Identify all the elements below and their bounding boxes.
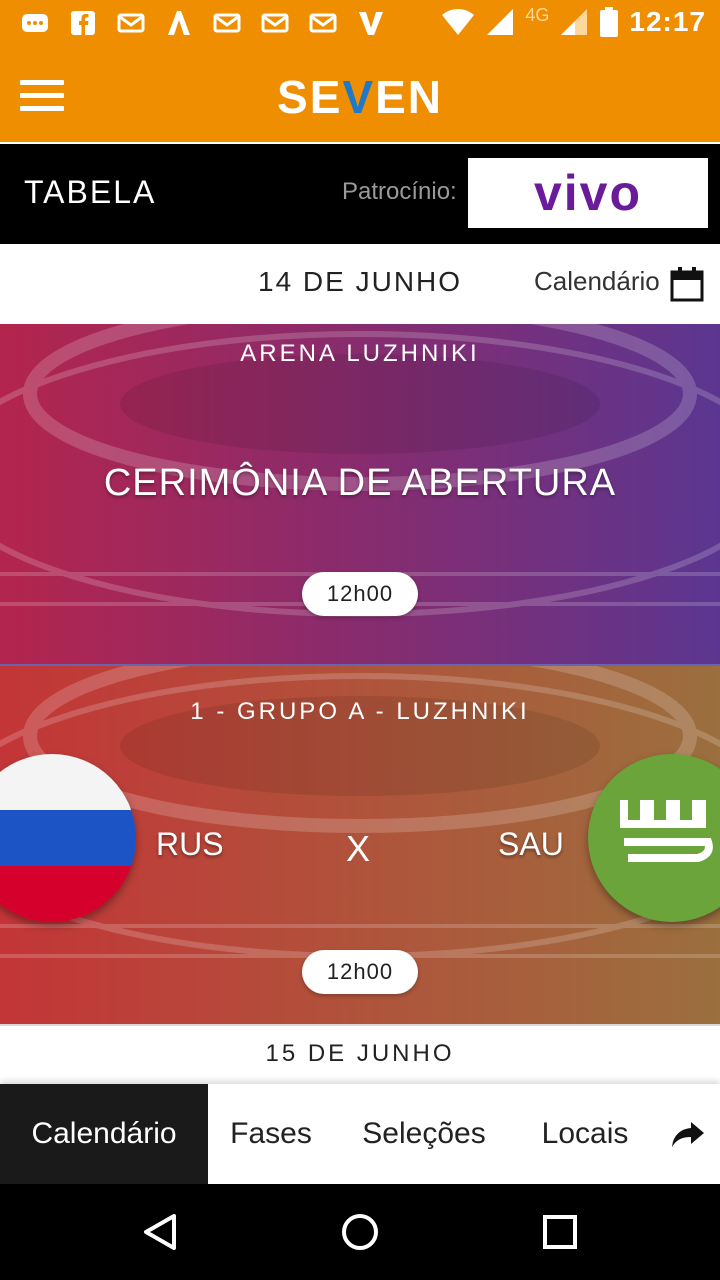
bottom-tabs: Calendário Fases Seleções Locais [0,1084,720,1184]
brand-logo: SEVEN [277,71,443,123]
calendar-icon[interactable] [670,266,704,302]
event-title: CERIMÔNIA DE ABERTURA [103,462,617,504]
tab-fases[interactable]: Fases [208,1084,334,1184]
system-icons: 4G 12:17 [441,4,706,38]
calendar-link[interactable]: Calendário [534,266,660,297]
navigation-bar [0,1184,720,1280]
versus-separator: X [346,828,371,869]
recents-icon[interactable] [540,1212,580,1252]
mail-icon [114,6,148,40]
facebook-icon [66,6,100,40]
time-badge: 12h00 [302,950,418,994]
mail-icon [306,6,340,40]
signal-icon [487,9,514,35]
sponsor-name: vivo [533,165,643,221]
home-team: RUS [156,826,224,862]
tab-selecoes[interactable]: Seleções [334,1084,514,1184]
sponsor-logo[interactable]: vivo [468,158,708,228]
back-icon[interactable] [140,1212,180,1252]
status-bar: 4G 12:17 [0,0,720,48]
mail-icon [258,6,292,40]
chat-icon [18,6,52,40]
match-card[interactable]: 1 - GRUPO A - LUZHNIKI RUS X SAU 12h00 [0,666,720,1024]
notification-icons [18,6,388,40]
venue-name: ARENA LUZHNIKI [240,340,480,367]
wifi-icon [442,9,475,35]
tab-calendario[interactable]: Calendário [0,1084,208,1184]
date-title: 15 DE JUNHO [265,1040,455,1067]
v-app-icon [354,6,388,40]
away-team: SAU [498,826,564,862]
sponsor-label: Patrocínio: [342,178,457,205]
date-header: 15 DE JUNHO [0,1026,720,1084]
time-badge: 12h00 [302,572,418,616]
venue-name: 1 - GRUPO A - LUZHNIKI [190,698,530,725]
network-type: 4G [525,4,550,25]
event-card[interactable]: ARENA LUZHNIKI CERIMÔNIA DE ABERTURA 12h… [0,324,720,664]
app-bar: SEVEN [0,48,720,142]
mail-icon [210,6,244,40]
page-header: TABELA Patrocínio: vivo [0,142,720,244]
date-title: 14 DE JUNHO [258,266,463,297]
home-icon[interactable] [340,1212,380,1252]
clock: 12:17 [629,6,706,37]
share-icon[interactable] [656,1084,720,1184]
date-header: 14 DE JUNHO Calendário [0,244,720,324]
arrow-app-icon [162,6,196,40]
page-title: TABELA [24,174,157,210]
battery-icon [600,7,619,37]
signal-icon-2 [561,9,588,35]
tab-locais[interactable]: Locais [514,1084,656,1184]
